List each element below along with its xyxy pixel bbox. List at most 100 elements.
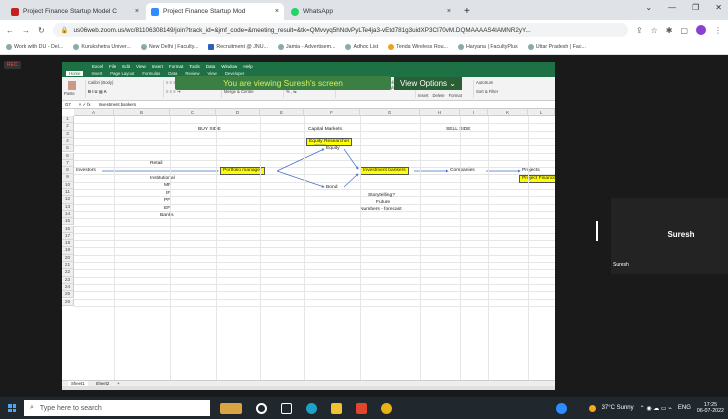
row-header[interactable]: 4 xyxy=(62,137,74,146)
row-header[interactable]: 14 xyxy=(62,210,74,219)
file-explorer-icon[interactable] xyxy=(331,402,342,414)
column-header[interactable]: E xyxy=(260,109,304,116)
office-icon[interactable] xyxy=(356,402,367,414)
row-header[interactable]: 3 xyxy=(62,130,74,138)
cell-banks[interactable]: Banks xyxy=(160,213,174,219)
tab-page-layout[interactable]: Page Layout xyxy=(110,71,134,76)
taskbar-search[interactable]: ⌕ Type here to search xyxy=(24,400,210,416)
row-header[interactable]: 1 xyxy=(62,116,74,124)
close-window-icon[interactable]: ✕ xyxy=(715,3,722,12)
bookmark-item[interactable]: Uttar Pradesh | Fac... xyxy=(527,44,586,50)
row-header[interactable]: 22 xyxy=(62,269,74,277)
row-header[interactable]: 18 xyxy=(62,240,74,248)
back-icon[interactable]: ← xyxy=(6,26,14,35)
bookmark-item[interactable]: New Delhi | Faculty... xyxy=(140,44,198,50)
bookmark-item[interactable]: Work with DU - Del... xyxy=(6,44,63,50)
column-header[interactable]: K xyxy=(488,109,528,116)
row-header[interactable]: 15 xyxy=(62,218,74,226)
cell-bond[interactable]: Bond xyxy=(326,185,337,191)
view-options-button[interactable]: View Options ⌄ xyxy=(394,77,462,90)
row-header[interactable]: 25 xyxy=(62,291,74,299)
cell-numbers-forecast[interactable]: Numbers - forecast xyxy=(360,207,402,213)
close-icon[interactable]: × xyxy=(447,8,451,15)
bookmark-item[interactable]: Recruitment @ JNU... xyxy=(208,44,268,50)
column-header[interactable]: B xyxy=(114,109,170,116)
cell-equity[interactable]: Equity xyxy=(326,146,340,152)
column-header[interactable]: G xyxy=(360,109,420,116)
minimize-icon[interactable]: — xyxy=(668,3,676,12)
row-header[interactable]: 12 xyxy=(62,196,74,204)
cell-investment-bankers[interactable]: Investment bankers xyxy=(360,167,409,175)
bold-italic-underline-icons[interactable]: B I U ▦ A xyxy=(88,89,163,94)
row-header[interactable]: 20 xyxy=(62,254,74,262)
widgets-icon[interactable] xyxy=(220,402,242,414)
edge-icon[interactable] xyxy=(306,402,317,414)
chrome-icon[interactable] xyxy=(381,402,392,414)
bookmark-item[interactable]: Kurukshetra Univer... xyxy=(73,44,131,50)
row-header[interactable]: 9 xyxy=(62,174,74,182)
profile-avatar[interactable] xyxy=(696,25,706,35)
bookmark-item[interactable]: Jamia - Advertisem... xyxy=(277,44,335,50)
column-header[interactable]: I xyxy=(460,109,488,116)
share-icon[interactable]: ⇪ xyxy=(636,26,643,35)
close-icon[interactable]: × xyxy=(275,8,279,15)
row-header[interactable]: 7 xyxy=(62,159,74,168)
new-tab-button[interactable]: + xyxy=(458,6,476,20)
star-icon[interactable]: ☆ xyxy=(651,26,658,35)
tab-formulas[interactable]: Formulas xyxy=(142,71,160,76)
row-header[interactable]: 17 xyxy=(62,232,74,241)
spreadsheet-grid[interactable]: A B C D E F G H I K L 1 2 3 4 5 6 7 8 9 10 11 12 13 1… xyxy=(62,109,555,380)
bookmark-item[interactable]: Haryana | FacultyPlus xyxy=(457,44,518,50)
cell-project-finance[interactable]: Project Finance xyxy=(519,175,555,183)
cell-buy-side[interactable]: BUY SIDE xyxy=(198,127,221,133)
column-header[interactable]: H xyxy=(420,109,460,116)
cell-investors[interactable]: Investors xyxy=(76,168,96,174)
cortana-icon[interactable] xyxy=(256,402,267,414)
taskbar-app-icon[interactable] xyxy=(556,402,567,414)
cell-institutional[interactable]: Institutional xyxy=(150,176,175,182)
row-header[interactable]: 10 xyxy=(62,181,74,189)
browser-tab-3[interactable]: WhatsApp × xyxy=(286,3,456,20)
column-header[interactable]: A xyxy=(74,109,114,116)
cell-storytelling[interactable]: Storytelling? xyxy=(368,193,395,199)
row-header[interactable]: 6 xyxy=(62,152,74,160)
shared-screen[interactable]: Excel File Edit View Insert Format Tools… xyxy=(62,62,555,390)
browser-tab-2[interactable]: Project Finance Startup Mod × xyxy=(146,3,284,20)
reload-icon[interactable]: ↻ xyxy=(38,26,45,35)
restore-icon[interactable]: ❐ xyxy=(692,3,699,12)
paste-icon[interactable] xyxy=(68,81,76,90)
language-indicator[interactable]: ENG xyxy=(678,405,691,411)
weather-text[interactable]: 37°C Sunny xyxy=(602,405,634,411)
cell-sell-side[interactable]: SELL SIDE xyxy=(446,127,471,133)
row-header[interactable]: 19 xyxy=(62,247,74,255)
menu-icon[interactable]: ⋮ xyxy=(714,26,722,35)
cell-companies[interactable]: Companies xyxy=(450,168,475,174)
forward-icon[interactable]: → xyxy=(22,26,30,35)
bookmark-item[interactable]: Tenda Wireless Rou... xyxy=(388,44,448,50)
cell-retail[interactable]: Retail xyxy=(150,161,163,167)
sidebar-icon[interactable]: ▢ xyxy=(680,26,688,35)
tray-icons[interactable]: ⌃ ◉ ☁ ▭ ⌁ xyxy=(640,405,672,412)
cell-portfolio-manager[interactable]: Portfolio manager xyxy=(220,167,265,175)
row-header[interactable]: 24 xyxy=(62,283,74,292)
row-header[interactable]: 5 xyxy=(62,145,74,153)
tab-home[interactable]: Home xyxy=(66,71,84,76)
row-header[interactable]: 16 xyxy=(62,225,74,233)
cell-capital-markets[interactable]: Capital Markets xyxy=(308,127,342,133)
cell-future[interactable]: Future xyxy=(376,200,390,206)
row-header[interactable]: 11 xyxy=(62,189,74,197)
participant-tile[interactable]: Suresh Suresh xyxy=(611,198,728,274)
row-header[interactable]: 2 xyxy=(62,123,74,131)
tab-insert[interactable]: Insert xyxy=(91,71,102,76)
clock[interactable]: 17:25 06-07-2022 xyxy=(697,402,724,414)
cell-projects[interactable]: Projects xyxy=(522,168,540,174)
row-header[interactable]: 13 xyxy=(62,203,74,211)
task-view-icon[interactable] xyxy=(281,402,292,414)
cell-equity-researcher[interactable]: Equity Researcher xyxy=(306,138,353,146)
row-header[interactable]: 21 xyxy=(62,262,74,270)
column-header[interactable]: D xyxy=(216,109,260,116)
column-header[interactable]: C xyxy=(170,109,216,116)
url-input[interactable]: 🔒 us06web.zoom.us/wc/81106308149/join?tra… xyxy=(52,23,628,37)
windows-start-icon[interactable] xyxy=(8,404,16,412)
name-box[interactable]: G7 xyxy=(65,102,71,107)
